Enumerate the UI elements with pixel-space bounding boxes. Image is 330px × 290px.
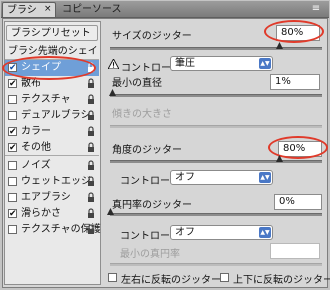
lock-icon[interactable] [87,142,95,153]
min-diameter-input[interactable]: 1% [270,74,320,90]
brush-option-item[interactable]: テクスチャ [5,92,99,108]
tilt-scale-label: 傾きの大きさ [112,109,172,120]
option-label: カラー [21,126,51,137]
option-label: テクスチャ [21,94,71,105]
brush-presets-button[interactable]: ブラシプリセット [6,25,98,41]
min-diameter-slider[interactable] [110,94,322,97]
lock-icon[interactable] [87,176,95,187]
panel-menu-icon[interactable]: ≡ [308,3,324,15]
brush-option-item[interactable]: エアブラシ [5,190,99,206]
lock-icon[interactable] [87,126,95,137]
option-checkbox[interactable] [8,177,17,186]
option-checkbox[interactable]: ✔ [8,143,17,153]
lock-icon[interactable] [87,208,95,219]
roundness-jitter-slider-thumb[interactable] [106,208,114,215]
lock-icon[interactable] [87,110,95,121]
min-diameter-slider-thumb[interactable] [108,89,116,96]
flip-x-checkbox[interactable] [108,273,117,282]
option-label: 滑らかさ [21,208,61,219]
tab-brush-label: ブラシ [7,5,37,16]
tilt-scale-slider [110,125,322,128]
roundness-jitter-slider[interactable] [110,213,322,216]
roundness-control-value: オフ [175,227,195,238]
angle-control-value: オフ [175,172,195,183]
min-diameter-label: 最小の直径 [112,78,162,89]
flip-x-label: 左右に反転のジッター [121,275,221,286]
option-checkbox[interactable] [8,111,17,120]
min-roundness-label: 最小の真円率 [120,249,180,260]
option-checkbox[interactable] [8,225,17,234]
angle-jitter-slider[interactable] [110,160,322,163]
brush-option-item[interactable]: ノイズ [5,158,99,174]
size-jitter-slider[interactable] [110,47,322,50]
angle-jitter-label: 角度のジッター [112,145,182,156]
brush-option-item[interactable]: ✔ カラー [5,124,99,140]
tab-close-icon[interactable]: × [44,2,52,17]
tab-clone-source[interactable]: コピーソース [60,2,132,17]
lock-icon[interactable] [87,224,95,235]
option-label: その他 [21,142,51,153]
flip-y-label: 上下に反転のジッター [233,275,330,286]
option-checkbox[interactable]: ✔ [8,79,17,89]
option-label: ノイズ [21,160,51,171]
roundness-control-select[interactable]: オフ ▲▼ [170,225,273,240]
brush-option-item[interactable]: ウェットエッジ [5,174,99,190]
lock-icon[interactable] [87,78,95,89]
lock-icon[interactable] [87,160,95,171]
highlight-ellipse [264,20,324,43]
divider [5,155,99,156]
option-label: エアブラシ [21,192,71,203]
option-checkbox[interactable]: ✔ [8,127,17,137]
option-checkbox[interactable] [8,161,17,170]
option-label: ウェットエッジ [21,176,91,187]
size-control-select[interactable]: 筆圧 ▲▼ [170,56,273,71]
flip-y-checkbox[interactable] [220,273,229,282]
chevron-down-icon: ▲▼ [259,172,271,183]
angle-control-select[interactable]: オフ ▲▼ [170,170,273,185]
option-checkbox[interactable] [8,193,17,202]
angle-jitter-slider-thumb[interactable] [276,155,284,162]
brush-option-item[interactable]: ✔ その他 [5,140,99,156]
option-label: デュアルブラシ [21,110,91,121]
min-roundness-slider [110,263,322,266]
min-roundness-input [270,243,320,259]
chevron-down-icon: ▲▼ [259,227,271,238]
highlight-ellipse [2,56,96,80]
brush-option-item[interactable]: デュアルブラシ [5,108,99,124]
roundness-jitter-input[interactable]: 0% [274,194,322,210]
brush-option-item[interactable]: テクスチャの保護 [5,222,101,238]
option-checkbox[interactable] [8,95,17,104]
size-jitter-slider-thumb[interactable] [276,42,284,49]
chevron-down-icon: ▲▼ [259,58,271,69]
brush-option-item[interactable]: ✔ 滑らかさ [5,206,99,222]
size-jitter-label: サイズのジッター [112,31,192,42]
size-control-value: 筆圧 [175,58,195,69]
warning-icon [108,59,119,69]
option-checkbox[interactable]: ✔ [8,209,17,219]
roundness-jitter-label: 真円率のジッター [112,200,192,211]
lock-icon[interactable] [87,192,95,203]
lock-icon[interactable] [87,94,95,105]
